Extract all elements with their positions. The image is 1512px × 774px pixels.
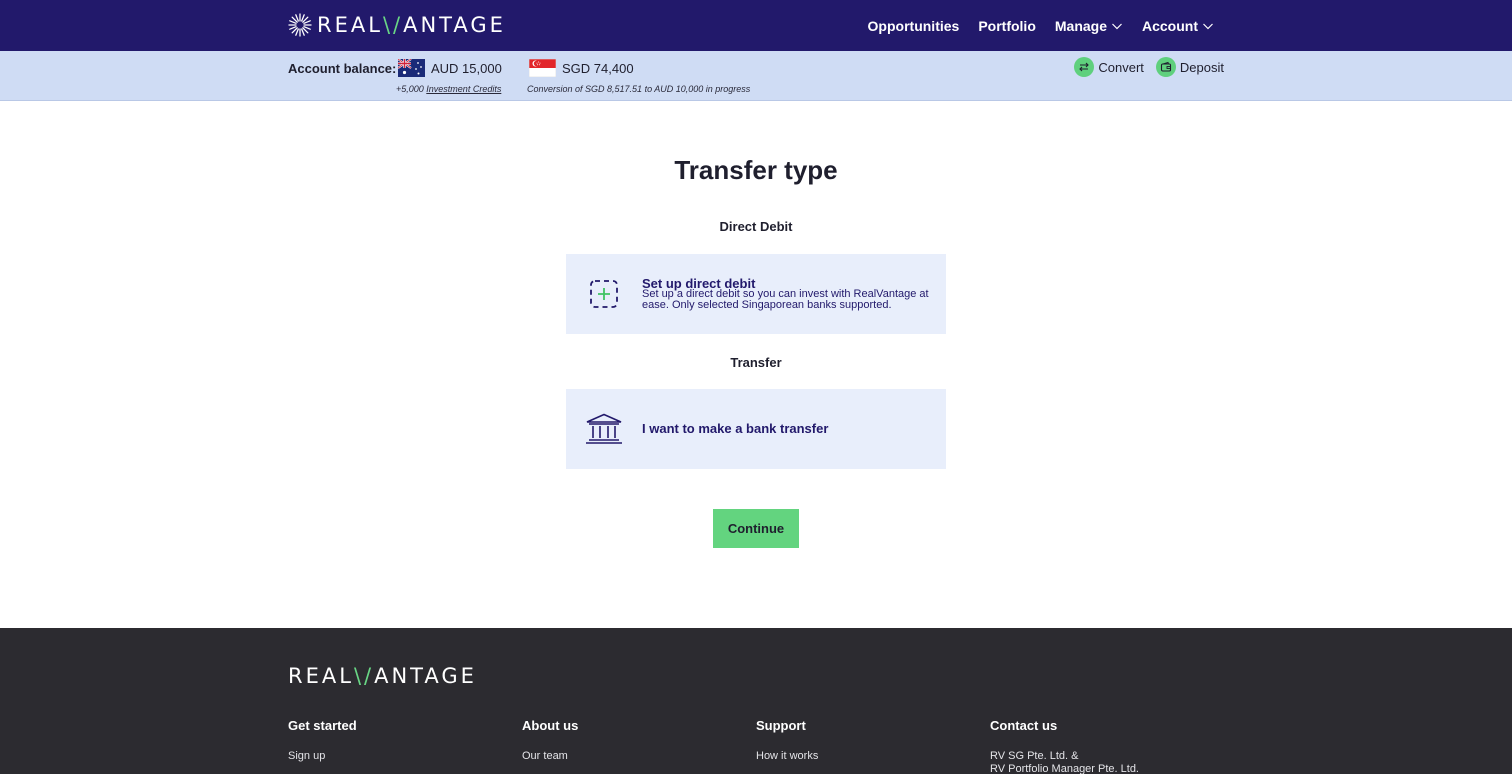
sgd-balance-value: SGD 74,400 bbox=[562, 60, 634, 76]
footer-heading: Get started bbox=[288, 718, 357, 733]
nav-manage[interactable]: Manage bbox=[1055, 18, 1123, 34]
logo-wordmark: REAL\/ANTAGE bbox=[317, 13, 506, 37]
deposit-label: Deposit bbox=[1179, 59, 1224, 75]
conversion-status-note: Conversion of SGD 8,517.51 to AUD 10,000… bbox=[527, 84, 751, 94]
account-balance-label: Account balance: bbox=[288, 61, 397, 76]
footer-column-get-started: Get started Sign up bbox=[288, 718, 357, 763]
chevron-down-icon bbox=[1203, 23, 1213, 29]
page-title: Transfer type bbox=[674, 155, 838, 185]
bank-icon bbox=[586, 413, 622, 444]
site-footer: REAL\/ANTAGE Get started Sign up About u… bbox=[0, 628, 1512, 774]
company-line-2: RV Portfolio Manager Pte. Ltd. bbox=[990, 763, 1139, 774]
deposit-button[interactable]: Deposit bbox=[1155, 57, 1224, 77]
footer-link-our-team[interactable]: Our team bbox=[522, 750, 578, 763]
bank-transfer-option-title: I want to make a bank transfer bbox=[642, 421, 829, 436]
convert-icon bbox=[1074, 57, 1095, 77]
footer-heading: Contact us bbox=[990, 718, 1058, 733]
balance-actions: Convert Deposit bbox=[1074, 57, 1224, 77]
footer-company-name: RV SG Pte. Ltd. & RV Portfolio Manager P… bbox=[990, 750, 1139, 774]
transfer-section-title: Transfer bbox=[730, 355, 782, 370]
nav-account[interactable]: Account bbox=[1142, 18, 1214, 34]
singapore-flag-icon bbox=[529, 59, 556, 77]
add-dashed-icon bbox=[590, 280, 618, 308]
direct-debit-option-desc: Set up a direct debit so you can invest … bbox=[642, 288, 929, 311]
investment-credits-link[interactable]: Investment Credits bbox=[426, 84, 501, 94]
bank-transfer-option[interactable]: I want to make a bank transfer bbox=[566, 389, 946, 469]
footer-heading: Support bbox=[756, 718, 806, 733]
aud-balance-value: AUD 15,000 bbox=[431, 60, 502, 76]
direct-debit-section-title: Direct Debit bbox=[719, 219, 793, 234]
sunburst-icon bbox=[288, 13, 312, 37]
nav-portfolio[interactable]: Portfolio bbox=[978, 18, 1036, 34]
footer-link-sign-up[interactable]: Sign up bbox=[288, 750, 357, 763]
realvantage-logo[interactable]: REAL\/ANTAGE bbox=[287, 11, 506, 39]
investment-credits-note: +5,000 Investment Credits bbox=[396, 84, 502, 94]
footer-column-support: Support How it works bbox=[756, 718, 818, 763]
australia-flag-icon bbox=[398, 59, 425, 77]
setup-direct-debit-option[interactable]: Set up direct debit Set up a direct debi… bbox=[566, 254, 946, 334]
continue-button[interactable]: Continue bbox=[713, 509, 799, 548]
top-navigation: REAL\/ANTAGE Opportunities Portfolio Man… bbox=[0, 0, 1512, 51]
footer-logo[interactable]: REAL\/ANTAGE bbox=[288, 664, 477, 688]
aud-balance: AUD 15,000 bbox=[398, 59, 502, 77]
footer-link-how-it-works[interactable]: How it works bbox=[756, 750, 818, 763]
company-line-1: RV SG Pte. Ltd. & bbox=[990, 750, 1079, 762]
wallet-icon bbox=[1155, 57, 1176, 77]
account-balance-bar: Account balance: AUD 15,000 SGD 74,400 +… bbox=[0, 51, 1512, 101]
sgd-balance: SGD 74,400 bbox=[529, 59, 634, 77]
nav-opportunities[interactable]: Opportunities bbox=[868, 18, 960, 34]
footer-column-about-us: About us Our team bbox=[522, 718, 578, 763]
convert-button[interactable]: Convert bbox=[1074, 57, 1144, 77]
footer-heading: About us bbox=[522, 718, 579, 733]
footer-column-contact-us: Contact us RV SG Pte. Ltd. & RV Portfoli… bbox=[990, 718, 1139, 774]
chevron-down-icon bbox=[1112, 23, 1122, 29]
main-nav: Opportunities Portfolio Manage Account bbox=[868, 0, 1214, 51]
convert-label: Convert bbox=[1098, 59, 1144, 75]
